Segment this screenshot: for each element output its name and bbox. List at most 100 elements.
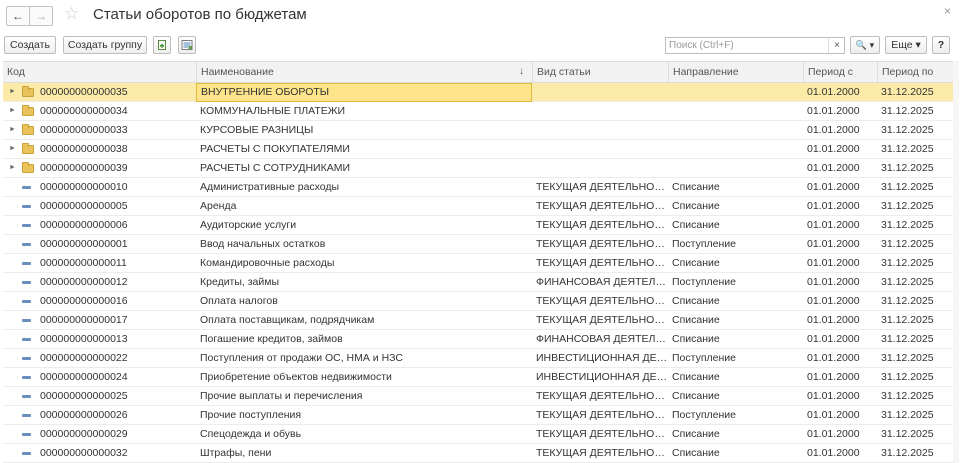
edit-list-button[interactable]: [178, 36, 196, 54]
cell-kind[interactable]: ТЕКУЩАЯ ДЕЯТЕЛЬНОСТЬ: [532, 216, 668, 234]
table-row[interactable]: 000000000000026 Прочие поступления ТЕКУЩАЯ…: [3, 406, 953, 425]
cell-to[interactable]: 31.12.2025: [877, 349, 953, 367]
cell-direction[interactable]: Списание: [668, 444, 803, 462]
cell-name[interactable]: РАСЧЕТЫ С ПОКУПАТЕЛЯМИ: [196, 140, 532, 158]
cell-kind[interactable]: ТЕКУЩАЯ ДЕЯТЕЛЬНОСТЬ: [532, 425, 668, 443]
cell-from[interactable]: 01.01.2000: [803, 444, 877, 462]
cell-kind[interactable]: [532, 140, 668, 158]
cell-to[interactable]: 31.12.2025: [877, 273, 953, 291]
search-button[interactable]: 🔍 ▾: [850, 36, 880, 54]
cell-name[interactable]: Кредиты, займы: [196, 273, 532, 291]
cell-code[interactable]: 000000000000005: [36, 197, 196, 215]
cell-code[interactable]: 000000000000013: [36, 330, 196, 348]
cell-name[interactable]: Аренда: [196, 197, 532, 215]
cell-code[interactable]: 000000000000025: [36, 387, 196, 405]
cell-kind[interactable]: ТЕКУЩАЯ ДЕЯТЕЛЬНОСТЬ: [532, 178, 668, 196]
cell-direction[interactable]: Списание: [668, 216, 803, 234]
cell-direction[interactable]: [668, 159, 803, 177]
cell-kind[interactable]: ТЕКУЩАЯ ДЕЯТЕЛЬНОСТЬ: [532, 254, 668, 272]
cell-to[interactable]: 31.12.2025: [877, 159, 953, 177]
cell-from[interactable]: 01.01.2000: [803, 121, 877, 139]
table-row[interactable]: 000000000000010 Административные расходы Т…: [3, 178, 953, 197]
table-row[interactable]: 000000000000011 Командировочные расходы ТЕ…: [3, 254, 953, 273]
cell-code[interactable]: 000000000000001: [36, 235, 196, 253]
cell-name[interactable]: Ввод начальных остатков: [196, 235, 532, 253]
table-row[interactable]: ► 000000000000039 РАСЧЕТЫ С СОТРУДНИКАМИ 01…: [3, 159, 953, 178]
cell-direction[interactable]: Поступление: [668, 349, 803, 367]
vertical-scrollbar[interactable]: [953, 61, 959, 463]
cell-name[interactable]: Командировочные расходы: [196, 254, 532, 272]
cell-kind[interactable]: ИНВЕСТИЦИОННАЯ ДЕЯТ...: [532, 368, 668, 386]
cell-code[interactable]: 000000000000032: [36, 444, 196, 462]
cell-code[interactable]: 000000000000016: [36, 292, 196, 310]
cell-code[interactable]: 000000000000011: [36, 254, 196, 272]
cell-direction[interactable]: [668, 140, 803, 158]
cell-from[interactable]: 01.01.2000: [803, 292, 877, 310]
cell-name[interactable]: ВНУТРЕННИЕ ОБОРОТЫ: [196, 83, 532, 102]
table-row[interactable]: 000000000000001 Ввод начальных остатков ТЕ…: [3, 235, 953, 254]
table-row[interactable]: 000000000000025 Прочие выплаты и перечисл…: [3, 387, 953, 406]
cell-name[interactable]: Погашение кредитов, займов: [196, 330, 532, 348]
close-icon[interactable]: ×: [944, 4, 951, 18]
cell-kind[interactable]: ФИНАНСОВАЯ ДЕЯТЕЛЬН...: [532, 273, 668, 291]
cell-from[interactable]: 01.01.2000: [803, 349, 877, 367]
expand-arrow-icon[interactable]: ►: [9, 159, 16, 177]
cell-direction[interactable]: Списание: [668, 425, 803, 443]
table-row[interactable]: 000000000000024 Приобретение объектов нед…: [3, 368, 953, 387]
cell-code[interactable]: 000000000000035: [36, 83, 196, 101]
cell-to[interactable]: 31.12.2025: [877, 140, 953, 158]
cell-code[interactable]: 000000000000017: [36, 311, 196, 329]
cell-name[interactable]: Аудиторские услуги: [196, 216, 532, 234]
cell-from[interactable]: 01.01.2000: [803, 83, 877, 101]
cell-from[interactable]: 01.01.2000: [803, 311, 877, 329]
cell-direction[interactable]: Списание: [668, 254, 803, 272]
expand-arrow-icon[interactable]: ►: [9, 140, 16, 158]
cell-to[interactable]: 31.12.2025: [877, 311, 953, 329]
cell-name[interactable]: Приобретение объектов недвижимости: [196, 368, 532, 386]
search-clear-button[interactable]: ×: [828, 38, 845, 53]
cell-code[interactable]: 000000000000038: [36, 140, 196, 158]
cell-to[interactable]: 31.12.2025: [877, 425, 953, 443]
cell-kind[interactable]: [532, 83, 668, 101]
cell-direction[interactable]: Списание: [668, 292, 803, 310]
cell-kind[interactable]: ТЕКУЩАЯ ДЕЯТЕЛЬНОСТЬ: [532, 292, 668, 310]
cell-from[interactable]: 01.01.2000: [803, 197, 877, 215]
table-row[interactable]: 000000000000029 Спецодежда и обувь ТЕКУЩАЯ…: [3, 425, 953, 444]
cell-code[interactable]: 000000000000010: [36, 178, 196, 196]
column-header-period-from[interactable]: Период с: [803, 62, 877, 82]
table-row[interactable]: 000000000000012 Кредиты, займы ФИНАНСОВАЯ …: [3, 273, 953, 292]
cell-to[interactable]: 31.12.2025: [877, 292, 953, 310]
cell-code[interactable]: 000000000000029: [36, 425, 196, 443]
table-row[interactable]: ► 000000000000038 РАСЧЕТЫ С ПОКУПАТЕЛЯМИ 01…: [3, 140, 953, 159]
search-input[interactable]: [665, 37, 845, 54]
table-row[interactable]: 000000000000005 Аренда ТЕКУЩАЯ ДЕЯТЕЛЬНОСТ…: [3, 197, 953, 216]
cell-direction[interactable]: Списание: [668, 311, 803, 329]
column-header-code[interactable]: Код: [3, 62, 196, 82]
column-header-kind[interactable]: Вид статьи: [532, 62, 668, 82]
cell-from[interactable]: 01.01.2000: [803, 368, 877, 386]
cell-direction[interactable]: Списание: [668, 368, 803, 386]
cell-kind[interactable]: [532, 102, 668, 120]
cell-to[interactable]: 31.12.2025: [877, 178, 953, 196]
cell-name[interactable]: КУРСОВЫЕ РАЗНИЦЫ: [196, 121, 532, 139]
cell-kind[interactable]: ТЕКУЩАЯ ДЕЯТЕЛЬНОСТЬ: [532, 235, 668, 253]
cell-from[interactable]: 01.01.2000: [803, 406, 877, 424]
cell-kind[interactable]: ТЕКУЩАЯ ДЕЯТЕЛЬНОСТЬ: [532, 311, 668, 329]
table-row[interactable]: ► 000000000000035 ВНУТРЕННИЕ ОБОРОТЫ 01.01.…: [3, 83, 953, 102]
cell-from[interactable]: 01.01.2000: [803, 273, 877, 291]
cell-code[interactable]: 000000000000034: [36, 102, 196, 120]
cell-direction[interactable]: Поступление: [668, 235, 803, 253]
cell-direction[interactable]: [668, 121, 803, 139]
cell-name[interactable]: Административные расходы: [196, 178, 532, 196]
cell-code[interactable]: 000000000000033: [36, 121, 196, 139]
cell-direction[interactable]: Списание: [668, 330, 803, 348]
cell-to[interactable]: 31.12.2025: [877, 235, 953, 253]
cell-from[interactable]: 01.01.2000: [803, 387, 877, 405]
cell-to[interactable]: 31.12.2025: [877, 83, 953, 101]
cell-kind[interactable]: ТЕКУЩАЯ ДЕЯТЕЛЬНОСТЬ: [532, 444, 668, 462]
cell-to[interactable]: 31.12.2025: [877, 121, 953, 139]
arrow-right-icon[interactable]: →: [29, 7, 52, 25]
cell-direction[interactable]: Поступление: [668, 406, 803, 424]
cell-code[interactable]: 000000000000022: [36, 349, 196, 367]
arrow-left-icon[interactable]: ←: [7, 7, 29, 25]
